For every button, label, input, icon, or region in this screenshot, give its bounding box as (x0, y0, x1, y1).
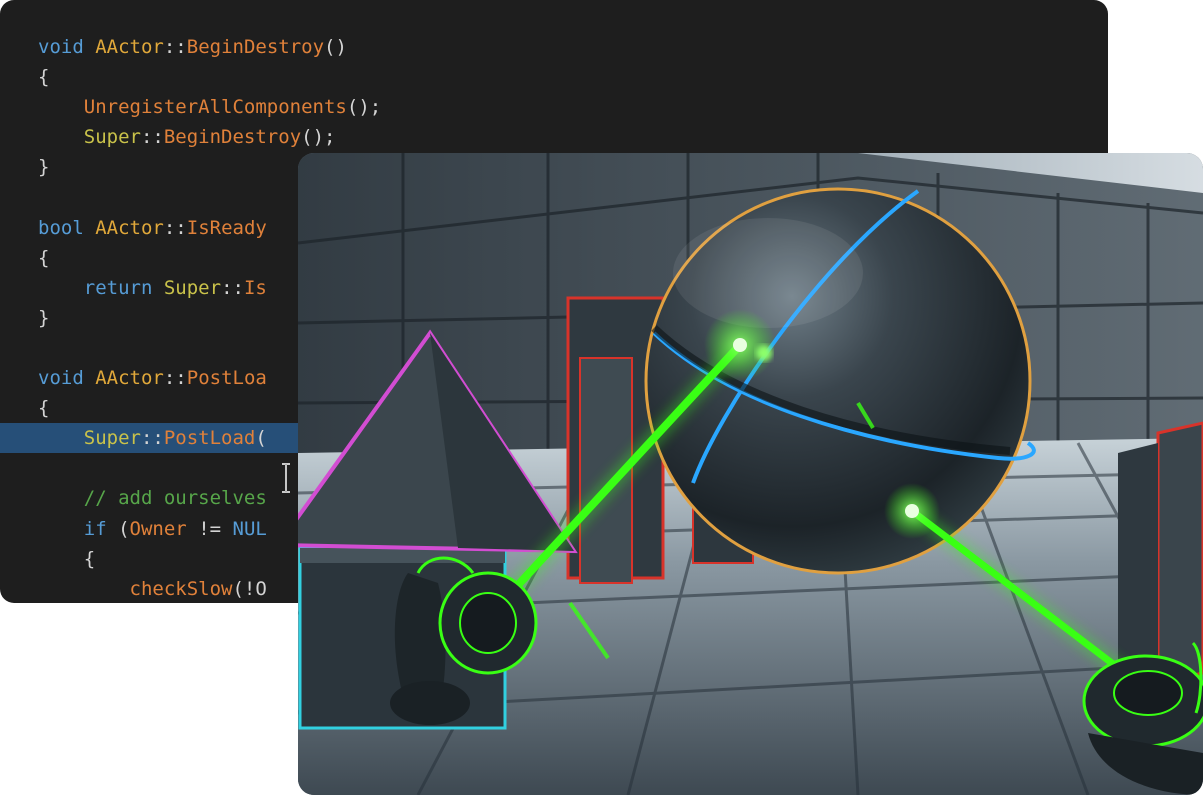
code-token: PostLoa (186, 367, 267, 390)
code-token: (); (301, 126, 336, 149)
code-token: { (38, 246, 50, 269)
code-token: } (38, 156, 50, 179)
code-token: ( (255, 427, 267, 450)
code-token: Super (83, 126, 141, 149)
code-token: :: (221, 276, 244, 299)
code-token: BeginDestroy (163, 126, 302, 149)
code-token: (); (346, 96, 382, 119)
pillar-right (1118, 421, 1203, 685)
code-token: != (186, 517, 233, 540)
code-token: () (324, 36, 347, 58)
code-token: :: (163, 367, 187, 390)
code-token: UnregisterAllComponents (83, 96, 347, 119)
code-token: // add ourselves (83, 487, 267, 510)
code-token: { (38, 547, 96, 570)
code-token: :: (163, 216, 187, 239)
code-token: (!O (232, 577, 267, 600)
code-token: Owner (129, 517, 187, 540)
code-token: checkSlow (129, 577, 233, 600)
code-token: PostLoad (163, 427, 256, 450)
code-line[interactable]: UnregisterAllComponents(); (38, 92, 381, 122)
code-token: :: (140, 427, 164, 450)
code-token: if (83, 517, 107, 540)
code-token: Is (243, 276, 267, 299)
code-token: Super (163, 276, 222, 299)
code-token: IsReady (186, 216, 267, 239)
code-token: void (38, 367, 84, 390)
vr-viewport[interactable] (298, 153, 1203, 795)
code-token: { (38, 66, 50, 89)
code-token: AActor (95, 367, 164, 390)
code-line[interactable]: void AActor::BeginDestroy() (38, 32, 381, 62)
code-token: :: (163, 36, 187, 58)
code-token: bool (38, 216, 84, 239)
code-token: Super (83, 427, 141, 450)
code-token: ( (106, 517, 130, 540)
code-line[interactable]: Super::BeginDestroy(); (38, 122, 381, 152)
code-token: AActor (95, 36, 164, 58)
code-token: void (38, 36, 84, 58)
code-token: AActor (95, 216, 164, 239)
highlighted-code-line[interactable]: Super::PostLoad( (0, 423, 338, 454)
code-token: return (83, 276, 153, 299)
code-line[interactable]: { (38, 62, 381, 92)
code-token: { (38, 397, 50, 420)
i-beam-cursor-icon (282, 463, 290, 493)
code-token: NUL (232, 517, 267, 540)
code-token: BeginDestroy (186, 36, 325, 58)
code-token: } (38, 306, 50, 329)
code-token: :: (140, 126, 164, 149)
